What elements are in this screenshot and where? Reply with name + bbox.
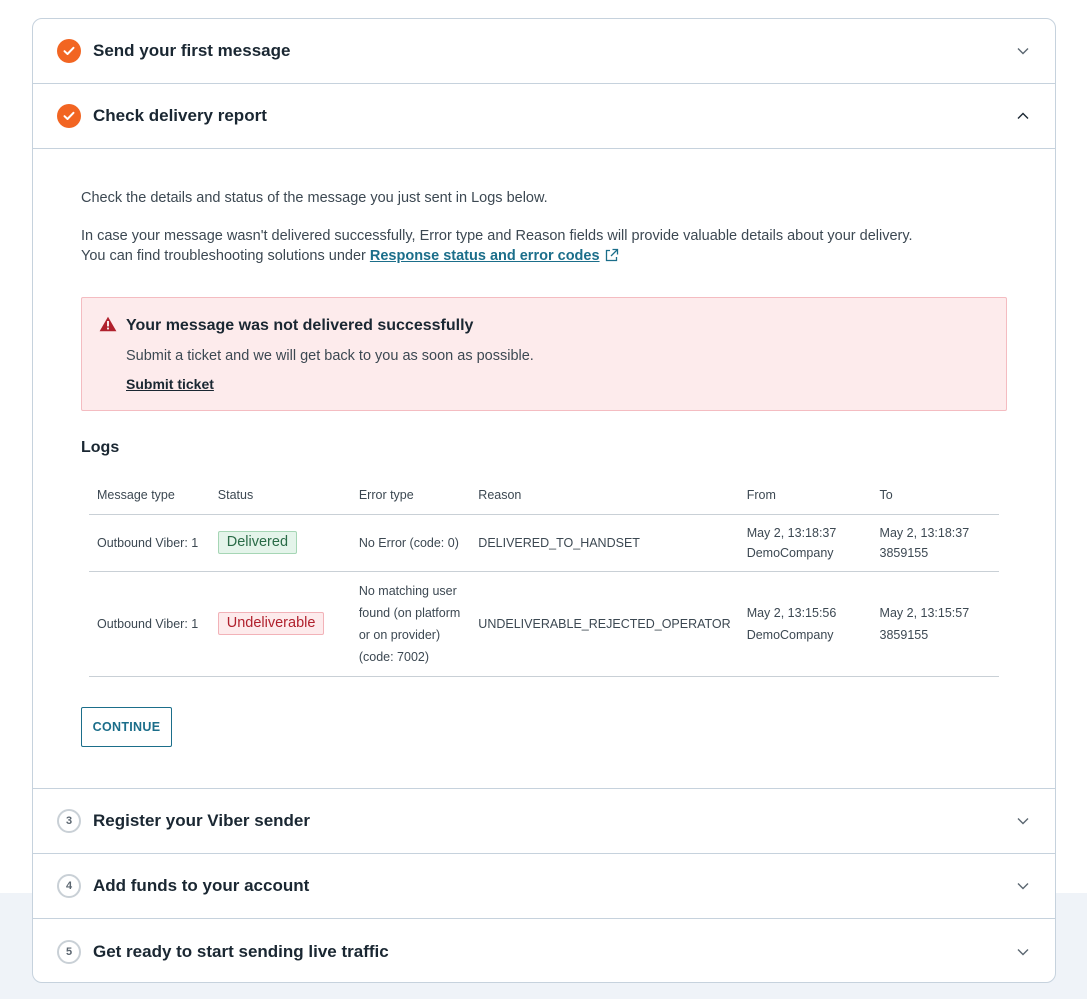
step-5-number-badge: 5	[57, 939, 81, 964]
continue-button[interactable]: CONTINUE	[81, 707, 172, 747]
col-reason: Reason	[470, 477, 739, 515]
status-badge-delivered: Delivered	[217, 531, 298, 554]
from-name: DemoCompany	[746, 545, 834, 560]
chevron-down-icon[interactable]	[1015, 813, 1031, 829]
delivery-error-alert: Your message was not delivered successfu…	[81, 297, 1007, 411]
chevron-down-icon[interactable]	[1015, 944, 1031, 960]
warning-icon	[99, 316, 117, 337]
chevron-down-icon[interactable]	[1015, 878, 1031, 894]
external-link-icon	[604, 248, 619, 269]
cell-message-type: Outbound Viber: 1	[89, 514, 210, 572]
col-status: Status	[209, 477, 351, 515]
step-3-header[interactable]: 3 Register your Viber sender	[33, 789, 1055, 854]
from-time: May 2, 13:18:37	[746, 525, 837, 540]
alert-text: Submit a ticket and we will get back to …	[126, 348, 534, 364]
cell-status: Undeliverable	[209, 571, 351, 677]
submit-ticket-link[interactable]: Submit ticket	[126, 376, 214, 392]
to-time: May 2, 13:18:37	[879, 525, 970, 540]
cell-error-type: No matching user found (on platform or o…	[350, 571, 471, 677]
to-time: May 2, 13:15:57	[879, 605, 970, 620]
step-4-title: Add funds to your account	[93, 876, 310, 895]
table-row: Outbound Viber: 1 Undeliverable No match…	[89, 571, 999, 677]
step-2-title: Check delivery report	[93, 106, 267, 125]
cell-to: May 2, 13:18:37 3859155	[871, 514, 999, 572]
status-badge-undeliverable: Undeliverable	[217, 612, 325, 635]
from-name: DemoCompany	[746, 627, 834, 642]
chevron-up-icon[interactable]	[1015, 108, 1031, 124]
col-from: From	[738, 477, 872, 515]
col-message-type: Message type	[89, 477, 210, 515]
step-1-check-icon	[57, 39, 81, 63]
step-5-header[interactable]: 5 Get ready to start sending live traffi…	[33, 919, 1055, 982]
step-3-title: Register your Viber sender	[93, 811, 310, 830]
step-3-number-badge: 3	[57, 809, 81, 833]
step-2-header[interactable]: Check delivery report	[33, 84, 1055, 149]
step-2-body: Check the details and status of the mess…	[33, 149, 1055, 789]
chevron-down-icon[interactable]	[1015, 43, 1031, 59]
cell-reason: UNDELIVERABLE_REJECTED_OPERATOR	[470, 571, 739, 677]
intro-help-text: In case your message wasn't delivered su…	[81, 226, 913, 269]
step-5-title: Get ready to start sending live traffic	[93, 941, 389, 961]
col-to: To	[871, 477, 999, 515]
response-codes-link[interactable]: Response status and error codes	[370, 248, 600, 264]
alert-title: Your message was not delivered successfu…	[126, 317, 474, 334]
intro-help-prefix: You can find troubleshooting solutions u…	[81, 248, 370, 264]
from-time: May 2, 13:15:56	[746, 605, 837, 620]
step-2-check-icon	[57, 104, 81, 128]
step-4-header[interactable]: 4 Add funds to your account	[33, 854, 1055, 919]
logs-table: Message type Status Error type Reason Fr…	[89, 477, 999, 677]
step-1-title: Send your first message	[93, 41, 291, 60]
cell-status: Delivered	[209, 514, 351, 572]
intro-help-line-2: You can find troubleshooting solutions u…	[81, 246, 913, 269]
step-4-number-badge: 4	[57, 874, 81, 898]
cell-error-type: No Error (code: 0)	[350, 514, 471, 572]
to-number: 3859155	[879, 545, 929, 560]
logs-title: Logs	[81, 439, 120, 456]
onboarding-steps-card: Send your first message Check delivery r…	[32, 18, 1056, 983]
cell-reason: DELIVERED_TO_HANDSET	[470, 514, 739, 572]
logs-header-row: Message type Status Error type Reason Fr…	[89, 477, 999, 515]
table-row: Outbound Viber: 1 Delivered No Error (co…	[89, 514, 999, 572]
intro-help-line-1: In case your message wasn't delivered su…	[81, 228, 913, 244]
intro-text: Check the details and status of the mess…	[81, 190, 548, 206]
cell-from: May 2, 13:18:37 DemoCompany	[738, 514, 872, 572]
cell-to: May 2, 13:15:57 3859155	[871, 571, 999, 677]
cell-message-type: Outbound Viber: 1	[89, 571, 210, 677]
cell-from: May 2, 13:15:56 DemoCompany	[738, 571, 872, 677]
to-number: 3859155	[879, 627, 929, 642]
col-error-type: Error type	[350, 477, 471, 515]
step-1-header[interactable]: Send your first message	[33, 19, 1055, 84]
